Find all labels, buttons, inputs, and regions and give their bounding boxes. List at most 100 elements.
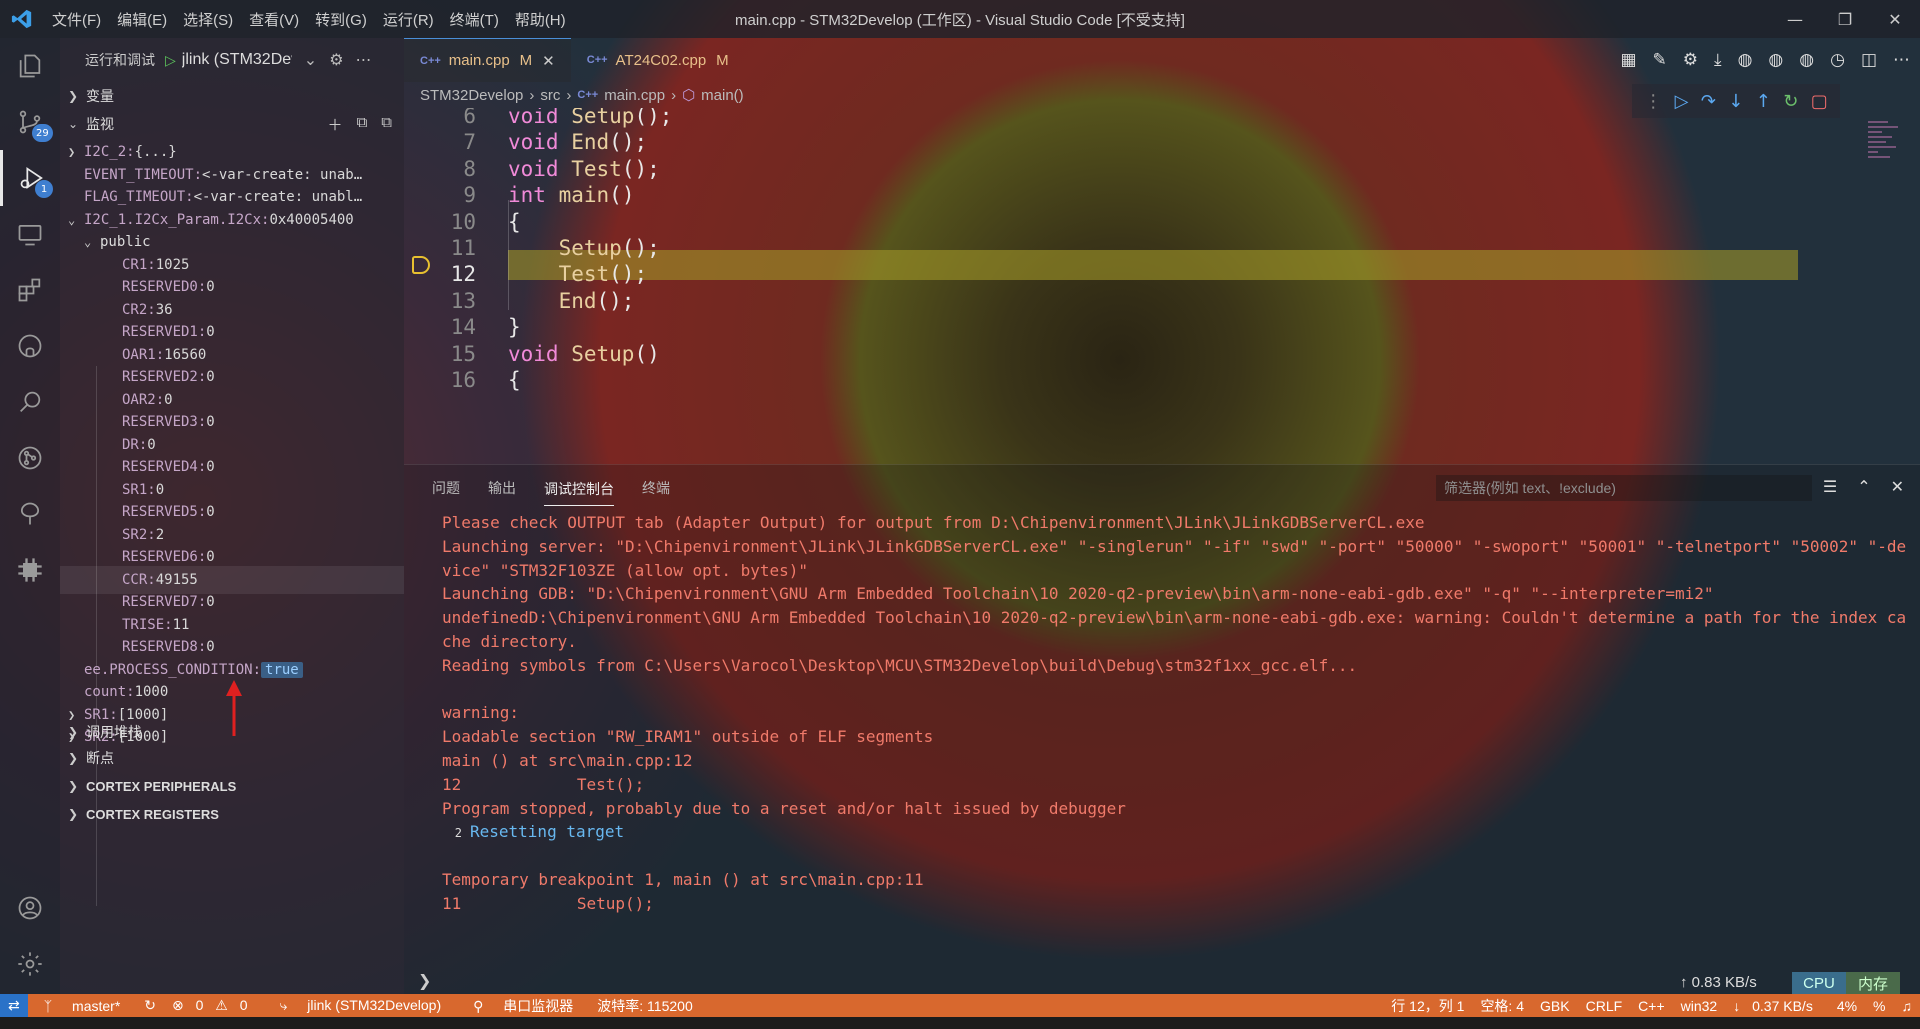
cursor-position[interactable]: 行 12，列 1 <box>1391 996 1464 1016</box>
debug-config-select[interactable]: jlink (STM32Develop) <box>182 51 292 69</box>
branch-indicator[interactable]: ᛉ master* <box>36 998 129 1014</box>
console-filter-input[interactable]: 筛选器(例如 text、!exclude) <box>1436 475 1812 501</box>
console-prompt-icon[interactable]: ❯ <box>418 971 431 990</box>
sync-icon[interactable]: ↻ <box>144 997 156 1014</box>
account-icon[interactable] <box>0 880 60 936</box>
add-expression-icon[interactable]: ＋ <box>328 114 343 135</box>
close-panel-icon[interactable]: ✕ <box>1891 477 1904 496</box>
problems-indicator[interactable]: ⊗ 0 ⚠ 0 <box>172 997 256 1014</box>
extensions-icon[interactable] <box>0 262 60 318</box>
line-number: 16 <box>450 368 476 392</box>
code-line[interactable]: int main() <box>508 183 634 207</box>
tree-icon[interactable] <box>0 486 60 542</box>
start-debug-icon[interactable]: ▷ <box>165 52 176 69</box>
baud-rate[interactable]: 波特率: 115200 <box>597 996 692 1016</box>
indentation[interactable]: 空格: 4 <box>1480 996 1524 1016</box>
close-icon[interactable]: ✕ <box>1870 0 1920 38</box>
clear-console-icon[interactable]: ☰ <box>1823 477 1837 496</box>
tab-at24c02-cpp[interactable]: C++ AT24C02.cpp M <box>571 38 745 82</box>
watch-section-header[interactable]: ⌄ 监视 ＋ ⧉ ⧉ <box>60 110 404 138</box>
code-line[interactable]: { <box>508 368 521 392</box>
git-next-icon[interactable]: ◍ <box>1799 50 1814 70</box>
minimap[interactable] <box>1868 118 1904 198</box>
code-line[interactable]: Setup(); <box>508 236 660 260</box>
code-line[interactable]: void Setup() <box>508 342 660 366</box>
build-icon[interactable]: ▦ <box>1620 50 1636 70</box>
breakpoints-section-header[interactable]: ❯ 断点 <box>60 744 404 772</box>
bell-icon[interactable]: ♫ <box>1902 998 1913 1014</box>
breadcrumb-folder[interactable]: src <box>540 87 560 104</box>
menu-go[interactable]: 转到(G) <box>307 9 375 30</box>
watch-title: 监视 <box>86 116 114 132</box>
code-line[interactable]: void Setup(); <box>508 108 672 128</box>
code-punctuation: () <box>609 183 635 208</box>
line-ending[interactable]: CRLF <box>1586 998 1623 1014</box>
code-line[interactable]: void End(); <box>508 130 647 154</box>
split-editor-icon[interactable]: ◫ <box>1861 50 1877 70</box>
clean-icon[interactable]: ✎ <box>1653 50 1667 70</box>
download-icon[interactable]: ⤓ <box>1714 50 1722 70</box>
breadcrumb-symbol[interactable]: main() <box>701 87 744 104</box>
net-speed-widget: ↑ 0.83 KB/s <box>1680 974 1757 991</box>
git-graph-icon[interactable] <box>0 430 60 486</box>
menu-terminal[interactable]: 终端(T) <box>442 9 507 30</box>
close-tab-icon[interactable]: ✕ <box>542 52 555 70</box>
timeline-icon[interactable]: ◷ <box>1830 50 1845 70</box>
minimize-icon[interactable]: — <box>1770 0 1820 38</box>
line-number: 6 <box>463 108 476 128</box>
tab-terminal[interactable]: 终端 <box>642 478 670 498</box>
search-icon[interactable] <box>0 374 60 430</box>
remote-icon[interactable]: ⇄ <box>0 994 28 1017</box>
tab-main-cpp[interactable]: C++ main.cpp M ✕ <box>404 38 571 82</box>
breadcrumb-root[interactable]: STM32Develop <box>420 87 523 104</box>
more-actions-icon[interactable]: ⋯ <box>1893 50 1910 70</box>
code-editor[interactable]: 6 void Setup(); 7 void End(); 8 void Test(); 9… <box>404 108 1920 464</box>
chevron-down-icon[interactable]: ⌄ <box>304 50 317 70</box>
menu-selection[interactable]: 选择(S) <box>175 9 241 30</box>
gear-icon[interactable]: ⚙ <box>329 50 343 70</box>
code-line[interactable]: { <box>508 210 521 234</box>
watch-value: 0 <box>206 414 215 430</box>
menu-run[interactable]: 运行(R) <box>375 9 442 30</box>
collapse-all-icon[interactable]: ⧉ <box>381 114 392 135</box>
source-control-icon[interactable]: 29 <box>0 94 60 150</box>
run-debug-icon[interactable]: 1 <box>0 150 60 206</box>
tab-debug-console[interactable]: 调试控制台 <box>544 479 614 506</box>
remote-explorer-icon[interactable] <box>0 206 60 262</box>
debug-session-indicator[interactable]: ⤷ jlink (STM32Develop) <box>272 997 450 1014</box>
peripherals-section-header[interactable]: ❯ CORTEX PERIPHERALS <box>60 772 404 800</box>
tab-problems[interactable]: 问题 <box>432 478 460 498</box>
restore-icon[interactable]: ❐ <box>1820 0 1870 38</box>
encoding[interactable]: GBK <box>1540 998 1570 1014</box>
code-line[interactable]: } <box>508 315 521 339</box>
chevron-right-icon: ❯ <box>68 779 79 793</box>
menu-edit[interactable]: 编辑(E) <box>109 9 175 30</box>
compile-icon[interactable]: ⚙ <box>1683 50 1698 70</box>
menu-view[interactable]: 查看(V) <box>241 9 307 30</box>
settings-gear-icon[interactable] <box>0 936 60 992</box>
more-icon[interactable]: ⋯ <box>356 50 372 70</box>
watch-value: 0 <box>206 639 215 655</box>
tab-output[interactable]: 输出 <box>488 478 516 498</box>
platform[interactable]: win32 <box>1681 998 1718 1014</box>
chip-icon[interactable] <box>0 542 60 598</box>
menu-file[interactable]: 文件(F) <box>44 9 109 30</box>
git-commit-icon[interactable]: ◍ <box>1738 50 1753 70</box>
github-icon[interactable] <box>0 318 60 374</box>
line-number: 9 <box>463 183 476 208</box>
variables-section-header[interactable]: ❯ 变量 <box>60 82 404 110</box>
watch-name: DR: <box>122 436 148 453</box>
git-prev-icon[interactable]: ◍ <box>1768 50 1783 70</box>
serial-monitor-button[interactable]: ⚲ 串口监视器 <box>465 996 581 1016</box>
menu-help[interactable]: 帮助(H) <box>507 9 574 30</box>
code-line[interactable]: Test(); <box>508 262 648 286</box>
explorer-icon[interactable] <box>0 38 60 94</box>
code-line[interactable]: End(); <box>508 289 635 313</box>
registers-section-header[interactable]: ❯ CORTEX REGISTERS <box>60 800 404 828</box>
breadcrumb-file[interactable]: main.cpp <box>604 87 665 104</box>
language-mode[interactable]: C++ <box>1638 998 1664 1014</box>
refresh-icon[interactable]: ⧉ <box>357 114 368 135</box>
code-line[interactable]: void Test(); <box>508 157 660 181</box>
maximize-panel-icon[interactable]: ⌃ <box>1857 477 1870 496</box>
watch-value: 16560 <box>164 346 207 363</box>
